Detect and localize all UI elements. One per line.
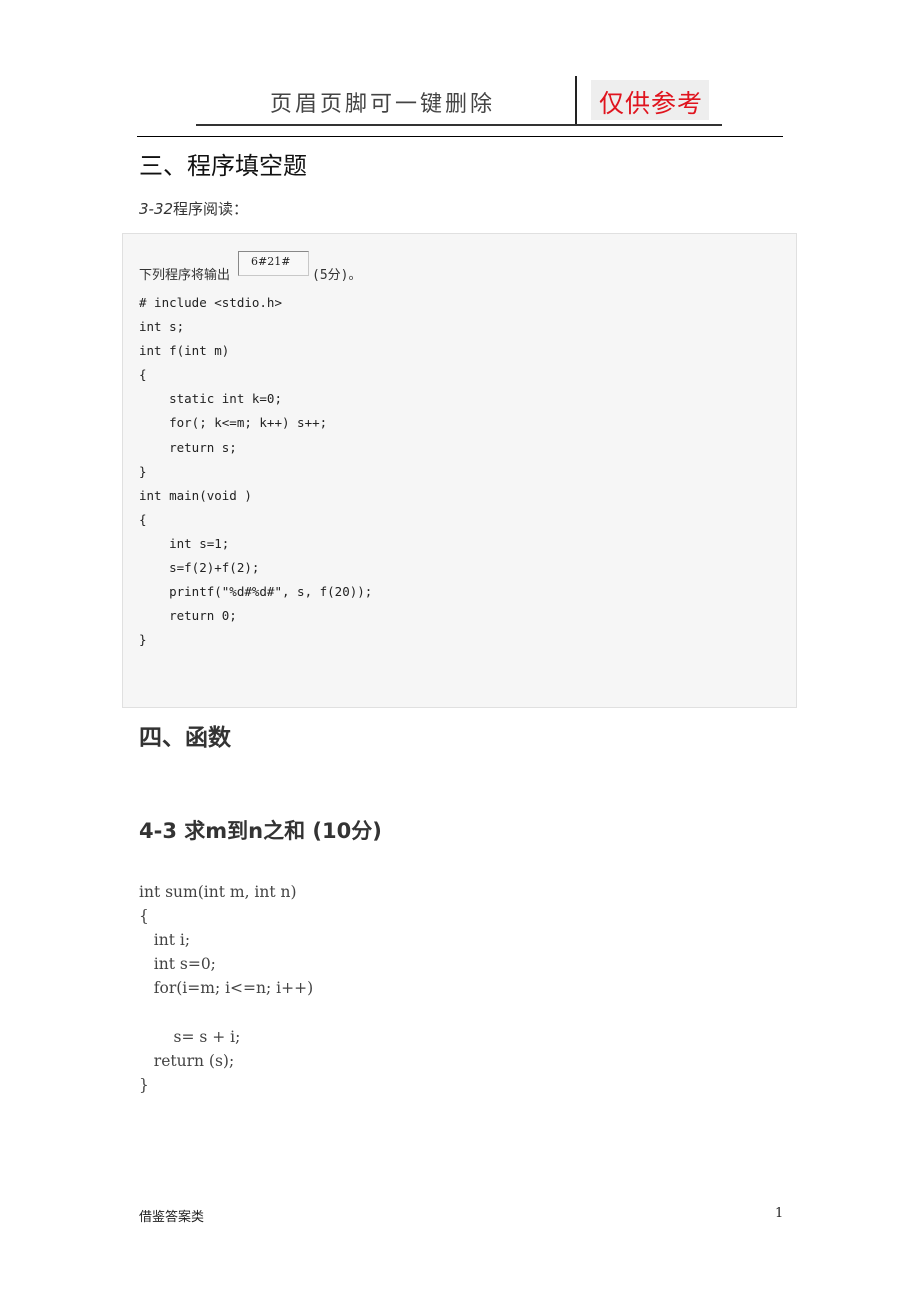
- header-divider: [575, 76, 577, 126]
- reference-only-badge: 仅供参考: [591, 80, 709, 120]
- problem-label: 程序阅读：: [173, 200, 249, 218]
- header-underline-right: [576, 124, 722, 126]
- sum-function-code: int sum(int m, int n) { int i; int s=0; …: [139, 883, 314, 1094]
- header-underline: [196, 124, 576, 126]
- problem-title-sum: 4-3 求m到n之和 (10分): [139, 819, 382, 843]
- problem-heading: 3-32程序阅读：: [139, 198, 248, 219]
- header-rule: [137, 136, 783, 137]
- program-code: # include <stdio.h> int s; int f(int m) …: [139, 295, 373, 648]
- question-prompt: 下列程序将输出: [139, 268, 231, 283]
- header-text: 页眉页脚可一键删除: [270, 92, 496, 117]
- answer-field[interactable]: 6#21#: [238, 251, 309, 276]
- section-title-fill-in: 三、程序填空题: [139, 152, 307, 180]
- badge-text: 仅供参考: [599, 89, 704, 118]
- page-number: 1: [775, 1206, 784, 1221]
- answer-value: 6#21#: [251, 255, 291, 268]
- footer-label: 借鉴答案类: [139, 1210, 205, 1225]
- problem-id: 3-32: [139, 200, 174, 218]
- question-score: (5分)。: [312, 268, 362, 283]
- section-title-functions: 四、函数: [139, 725, 231, 751]
